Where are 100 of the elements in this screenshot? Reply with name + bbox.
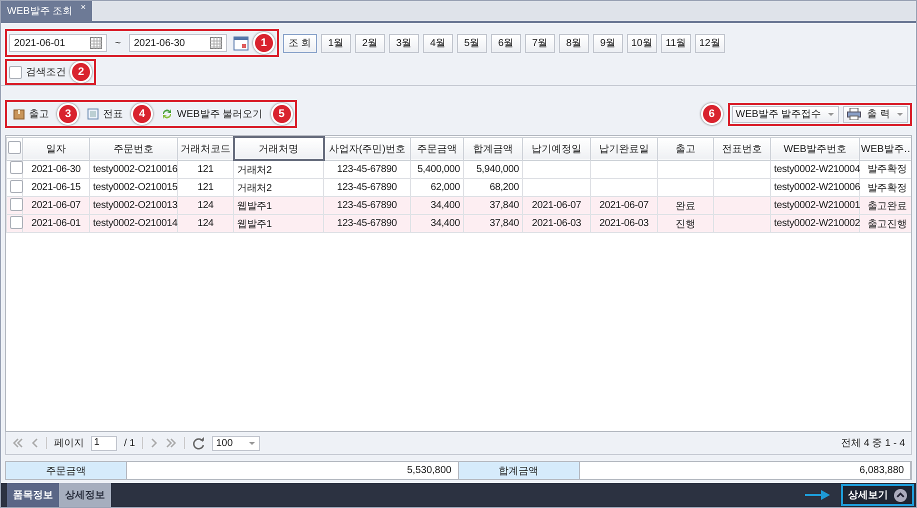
page-tab[interactable]: WEB발주 조회 × bbox=[1, 1, 92, 21]
page-total: / 1 bbox=[124, 438, 136, 448]
table-cell: 발주확정 bbox=[867, 164, 907, 176]
calendar-icon[interactable] bbox=[90, 37, 102, 49]
table-cell: testy0002-O210014 bbox=[93, 218, 178, 229]
table-cell: 68,200 bbox=[490, 182, 519, 193]
callout-badge: 5 bbox=[270, 103, 293, 125]
table-cell: 거래처2 bbox=[237, 164, 272, 176]
search-button[interactable]: 조 회 bbox=[282, 34, 317, 52]
month-button[interactable]: 2월 bbox=[354, 34, 385, 52]
column-header[interactable]: 납기예정일 bbox=[522, 137, 590, 160]
detail-view-button[interactable]: 상세보기 bbox=[841, 484, 914, 506]
column-header[interactable]: 합계금액 bbox=[464, 137, 522, 160]
month-button[interactable]: 9월 bbox=[592, 34, 623, 52]
date-to-field[interactable]: 2021-06-30 bbox=[128, 34, 227, 52]
print-button[interactable]: 출 력 bbox=[843, 106, 908, 122]
checkbox[interactable] bbox=[10, 198, 23, 210]
checkbox[interactable] bbox=[10, 216, 23, 228]
month-button[interactable]: 12월 bbox=[694, 34, 725, 52]
date-from-field[interactable]: 2021-06-01 bbox=[9, 34, 107, 52]
table-cell: 출고진행 bbox=[867, 218, 907, 230]
table-cell: 34,400 bbox=[430, 218, 460, 229]
column-header[interactable]: 사업자(주민)번호 bbox=[324, 137, 410, 160]
checkbox[interactable] bbox=[10, 161, 23, 174]
callout-badge: 6 bbox=[700, 103, 723, 125]
receive-button[interactable]: WEB발주 발주접수 bbox=[732, 106, 840, 122]
toolbar-button[interactable]: 전표 bbox=[83, 106, 127, 122]
toolbar-button[interactable]: 출고 bbox=[9, 106, 53, 122]
callout-badge: 1 bbox=[252, 32, 275, 54]
table-cell: 5,940,000 bbox=[476, 164, 519, 175]
column-header[interactable]: 출고 bbox=[658, 137, 714, 160]
table-cell: 출고완료 bbox=[867, 200, 907, 212]
last-page-icon[interactable] bbox=[165, 437, 178, 449]
previous-page-icon[interactable] bbox=[31, 437, 39, 449]
month-button[interactable]: 1월 bbox=[320, 34, 351, 52]
month-button[interactable]: 4월 bbox=[422, 34, 453, 52]
table-cell: 124 bbox=[197, 218, 214, 229]
record-summary: 전체 4 중 1 - 4 bbox=[841, 437, 905, 450]
month-button[interactable]: 5월 bbox=[456, 34, 487, 52]
checkbox[interactable] bbox=[10, 180, 23, 192]
bottom-tab[interactable]: 상세정보 bbox=[59, 483, 111, 507]
calendar-icon[interactable] bbox=[210, 37, 222, 49]
chevron-up-icon bbox=[894, 488, 907, 502]
page-label: 페이지 bbox=[54, 437, 84, 450]
column-header[interactable]: 주문금액 bbox=[410, 137, 464, 160]
column-header[interactable]: 납기완료일 bbox=[590, 137, 658, 160]
next-page-icon[interactable] bbox=[150, 437, 158, 449]
table-cell: 121 bbox=[197, 182, 214, 193]
month-button[interactable]: 10월 bbox=[626, 34, 657, 52]
table-cell: testy0002-W210004 bbox=[774, 164, 860, 175]
dropdown-icon bbox=[896, 110, 904, 118]
checkbox[interactable] bbox=[9, 66, 22, 78]
calendar-icon[interactable] bbox=[232, 35, 249, 51]
column-header[interactable]: 거래처명 bbox=[234, 137, 324, 160]
toolbar-button[interactable]: WEB발주 불러오기 bbox=[157, 106, 267, 122]
total-label: 주문금액 bbox=[6, 462, 127, 479]
table-cell: 62,000 bbox=[430, 182, 460, 193]
table-cell: 발주확정 bbox=[867, 182, 907, 194]
column-header[interactable]: 거래처코드 bbox=[178, 137, 234, 160]
month-button[interactable]: 8월 bbox=[558, 34, 589, 52]
arrow-icon bbox=[805, 489, 831, 501]
column-header[interactable]: 일자 bbox=[22, 137, 90, 160]
table-cell: testy0002-O210013 bbox=[93, 200, 178, 211]
table-cell: 123-45-67890 bbox=[337, 218, 397, 229]
total-value: 6,083,880 bbox=[580, 462, 911, 479]
table-cell: testy0002-W210006 bbox=[774, 182, 860, 193]
table-cell: testy0002-O210015 bbox=[93, 182, 178, 193]
table-cell: 거래처2 bbox=[237, 182, 272, 194]
table-cell: 2021-06-15 bbox=[31, 182, 81, 193]
printer-icon bbox=[847, 108, 862, 120]
refresh-icon[interactable] bbox=[192, 436, 206, 450]
document-icon bbox=[87, 108, 99, 120]
table-cell: testy0002-W210002 bbox=[774, 218, 860, 229]
bottom-tab[interactable]: 품목정보 bbox=[7, 483, 59, 507]
table-cell: 웹발주1 bbox=[237, 218, 272, 230]
total-value: 5,530,800 bbox=[127, 462, 458, 479]
callout-badge: 4 bbox=[131, 103, 153, 125]
column-header[interactable]: 전표번호 bbox=[714, 137, 770, 160]
month-button[interactable]: 6월 bbox=[490, 34, 521, 52]
checkbox[interactable] bbox=[8, 140, 21, 154]
page-input[interactable]: 1 bbox=[91, 436, 117, 450]
page-size-select[interactable]: 100 bbox=[212, 436, 260, 450]
refresh-icon bbox=[161, 108, 173, 120]
table-cell: 2021-06-03 bbox=[599, 218, 649, 229]
table-cell: 123-45-67890 bbox=[337, 164, 397, 175]
column-header[interactable]: WEB발주번호 bbox=[770, 137, 860, 160]
table-cell: 37,840 bbox=[490, 218, 519, 229]
month-button[interactable]: 7월 bbox=[524, 34, 555, 52]
table-cell: testy0002-W210001 bbox=[774, 200, 860, 211]
table-cell: 124 bbox=[197, 200, 214, 211]
table-cell: 37,840 bbox=[490, 200, 519, 211]
column-header[interactable]: 주문번호 bbox=[90, 137, 178, 160]
first-page-icon[interactable] bbox=[12, 437, 24, 449]
column-header[interactable]: WEB발주… bbox=[860, 137, 911, 160]
table-cell: 2021-06-07 bbox=[532, 200, 582, 211]
month-button[interactable]: 3월 bbox=[388, 34, 419, 52]
close-icon[interactable]: × bbox=[80, 2, 86, 12]
total-label: 합계금액 bbox=[458, 462, 580, 479]
month-button[interactable]: 11월 bbox=[660, 34, 691, 52]
dropdown-icon bbox=[248, 439, 256, 447]
